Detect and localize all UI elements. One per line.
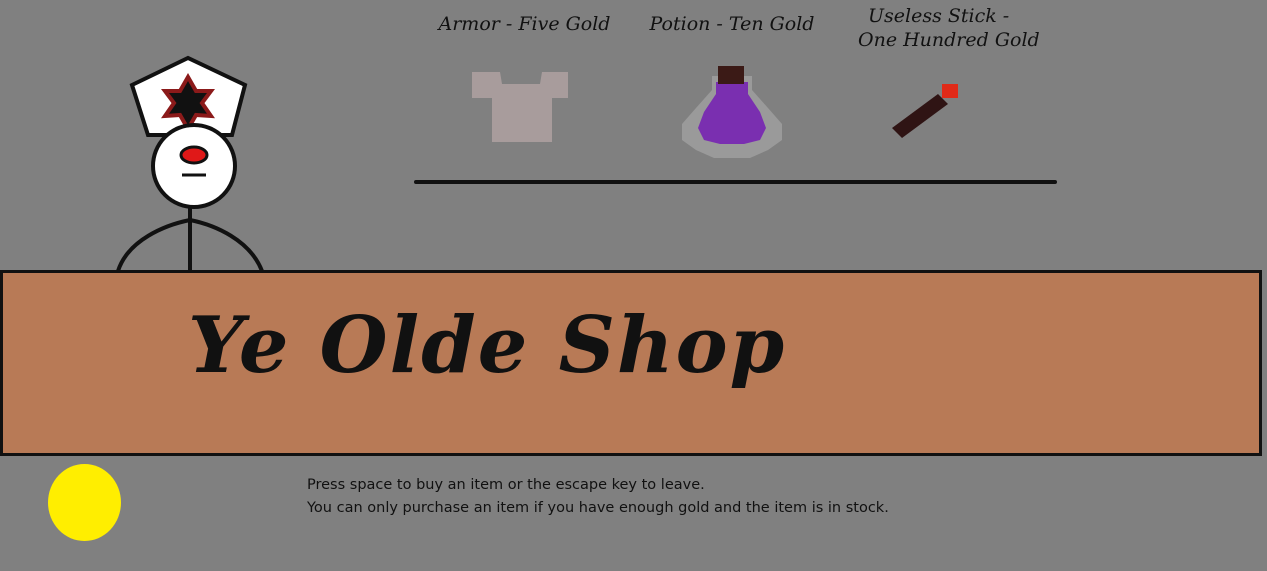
- stick-icon[interactable]: [892, 82, 962, 142]
- instructions-line2: You can only purchase an item if you hav…: [307, 500, 889, 516]
- item-label-armor: Armor - Five Gold: [438, 13, 611, 35]
- instructions-line1: Press space to buy an item or the escape…: [307, 477, 705, 493]
- item-label-stick: Useless Stick - One Hundred Gold: [858, 4, 1058, 52]
- shop-title: Ye Olde Shop: [188, 300, 787, 391]
- gold-coin-icon: [48, 464, 121, 541]
- shelf: [414, 180, 1057, 184]
- item-label-stick-line2: One Hundred Gold: [858, 29, 1040, 51]
- item-label-stick-line1: Useless Stick -: [868, 5, 1010, 27]
- potion-icon[interactable]: [682, 66, 782, 160]
- eye: [179, 145, 209, 165]
- item-label-potion: Potion - Ten Gold: [649, 13, 815, 35]
- instructions: Press space to buy an item or the escape…: [307, 474, 889, 520]
- shopkeeper: [116, 55, 264, 272]
- head: [151, 123, 237, 209]
- armor-icon[interactable]: [472, 72, 570, 144]
